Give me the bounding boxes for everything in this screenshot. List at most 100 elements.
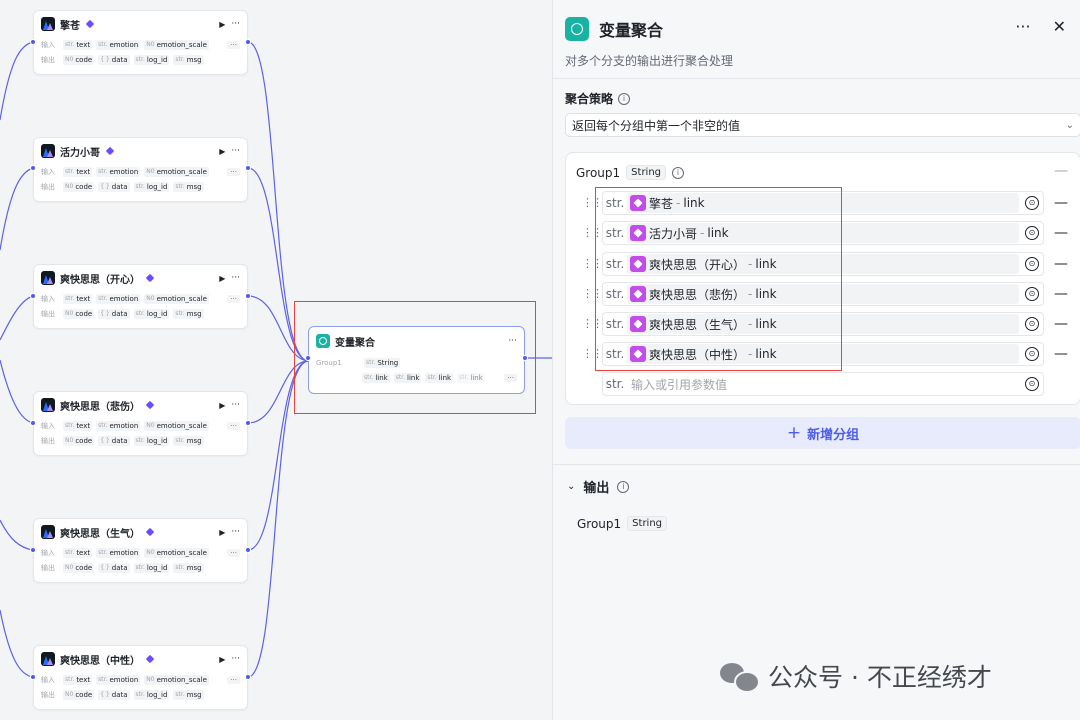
plugin-logo-icon — [41, 652, 55, 666]
param-tag: str. emotion — [96, 166, 141, 177]
info-icon[interactable]: i — [672, 166, 685, 179]
run-icon[interactable]: ▶ — [219, 655, 225, 664]
input-label: 输入 — [41, 167, 55, 176]
run-icon[interactable]: ▶ — [219, 20, 225, 29]
reference-icon[interactable]: ⊙ — [1025, 377, 1039, 391]
drag-handle-icon[interactable]: ⋮⋮ — [582, 227, 603, 238]
group-name: Group1 — [576, 165, 621, 180]
plugin-node[interactable]: 擎苍 ▶ ··· 输入 str. text str. emotion N0 emotio… — [33, 10, 248, 75]
more-params[interactable]: ··· — [227, 421, 240, 430]
more-params[interactable]: ··· — [227, 675, 240, 684]
reference-icon[interactable]: ⊙ — [1025, 317, 1039, 331]
node-outputs: 输出 N0 code { } data str. log_id str. msg — [34, 179, 247, 194]
diamond-icon — [145, 400, 155, 410]
input-port[interactable] — [30, 547, 36, 553]
reference-icon[interactable]: ⊙ — [1025, 257, 1039, 271]
output-port[interactable] — [245, 39, 251, 45]
drag-handle-icon[interactable]: ⋮⋮ — [582, 258, 603, 269]
node-inputs: 输入 str. text str. emotion N0 emotion_scale … — [34, 164, 247, 179]
param-tag: str. emotion — [96, 674, 141, 685]
remove-item-button[interactable]: — — [1054, 195, 1068, 211]
output-port[interactable] — [245, 420, 251, 426]
node-outputs: 输出 N0 code { } data str. log_id str. msg — [34, 52, 247, 67]
output-port[interactable] — [245, 547, 251, 553]
more-params[interactable]: ··· — [227, 40, 240, 49]
remove-item-button[interactable]: — — [1054, 346, 1068, 362]
run-icon[interactable]: ▶ — [219, 528, 225, 537]
more-params[interactable]: ··· — [227, 548, 240, 557]
divider — [553, 78, 1080, 79]
drag-handle-icon[interactable]: ⋮⋮ — [582, 348, 603, 359]
remove-item-button[interactable]: — — [1054, 256, 1068, 272]
more-icon[interactable]: ··· — [231, 19, 240, 29]
node-title: 爽快思思（开心） — [60, 274, 140, 286]
info-icon[interactable]: i — [618, 92, 631, 105]
add-group-label: 新增分组 — [807, 427, 860, 443]
input-placeholder: 输入或引用参数值 — [631, 377, 728, 392]
info-icon[interactable]: i — [617, 480, 630, 493]
workflow-canvas[interactable]: 擎苍 ▶ ··· 输入 str. text str. emotion N0 emotio… — [0, 0, 552, 720]
more-icon[interactable]: ··· — [1015, 17, 1030, 36]
drag-handle-icon[interactable]: ⋮⋮ — [582, 197, 603, 208]
more-params[interactable]: ··· — [227, 294, 240, 303]
more-icon[interactable]: ··· — [231, 400, 240, 410]
param-tag: N0 emotion_scale — [144, 166, 209, 177]
group-item-empty: str. 输入或引用参数值 ⊙ — [582, 372, 1052, 396]
param-tag: N0 emotion_scale — [144, 547, 209, 558]
remove-item-button[interactable]: — — [1054, 286, 1068, 302]
close-icon[interactable]: ✕ — [1053, 17, 1066, 36]
plus-icon: + — [786, 423, 802, 443]
node-title: 爽快思思（悲伤） — [60, 401, 140, 413]
drag-handle-icon[interactable]: ⋮⋮ — [582, 318, 603, 329]
plugin-node[interactable]: 爽快思思（悲伤） ▶ ··· 输入 str. text str. emotion N0… — [33, 391, 248, 456]
node-inputs: 输入 str. text str. emotion N0 emotion_scale … — [34, 291, 247, 306]
more-icon[interactable]: ··· — [231, 146, 240, 156]
param-tag: str. msg — [173, 689, 204, 700]
chevron-down-icon: ⌄ — [1065, 119, 1074, 131]
drag-handle-icon[interactable]: ⋮⋮ — [582, 288, 603, 299]
input-port[interactable] — [30, 39, 36, 45]
run-icon[interactable]: ▶ — [219, 401, 225, 410]
remove-item-button[interactable]: — — [1054, 316, 1068, 332]
plugin-node[interactable]: 爽快思思（中性） ▶ ··· 输入 str. text str. emotion N0… — [33, 645, 248, 710]
more-icon[interactable]: ··· — [231, 273, 240, 283]
chevron-down-icon: ⌄ — [567, 481, 576, 492]
remove-item-button[interactable]: — — [1054, 225, 1068, 241]
type-chip: String — [627, 516, 668, 531]
output-port[interactable] — [245, 165, 251, 171]
output-label: 输出 — [583, 481, 610, 496]
plugin-node[interactable]: 活力小哥 ▶ ··· 输入 str. text str. emotion N0 emot… — [33, 137, 248, 202]
plugin-logo-icon — [41, 398, 55, 412]
input-port[interactable] — [30, 165, 36, 171]
param-tag: { } data — [98, 435, 130, 446]
run-icon[interactable]: ▶ — [219, 147, 225, 156]
output-port[interactable] — [245, 674, 251, 680]
reference-icon[interactable]: ⊙ — [1025, 287, 1039, 301]
input-label: 输入 — [41, 548, 55, 557]
output-port[interactable] — [245, 293, 251, 299]
collapse-group-icon[interactable]: — — [1054, 163, 1068, 179]
plugin-node[interactable]: 爽快思思（生气） ▶ ··· 输入 str. text str. emotion N0… — [33, 518, 248, 583]
run-icon[interactable]: ▶ — [219, 274, 225, 283]
plugin-node[interactable]: 爽快思思（开心） ▶ ··· 输入 str. text str. emotion N0… — [33, 264, 248, 329]
more-icon[interactable]: ··· — [231, 527, 240, 537]
reference-icon[interactable]: ⊙ — [1025, 226, 1039, 240]
more-params[interactable]: ··· — [227, 167, 240, 176]
output-section-header[interactable]: ⌄ 输出 i — [567, 477, 630, 496]
node-inputs: 输入 str. text str. emotion N0 emotion_scale … — [34, 418, 247, 433]
param-tag: N0 code — [63, 562, 95, 573]
input-port[interactable] — [30, 420, 36, 426]
input-port[interactable] — [30, 293, 36, 299]
plugin-logo-icon — [41, 17, 55, 31]
add-group-button[interactable]: + 新增分组 — [565, 417, 1080, 449]
input-port[interactable] — [30, 674, 36, 680]
reference-icon[interactable]: ⊙ — [1025, 196, 1039, 210]
strategy-select[interactable]: 返回每个分组中第一个非空的值 ⌄ — [565, 113, 1080, 137]
type-chip: String — [626, 165, 667, 180]
variable-input-field[interactable]: str. 输入或引用参数值 ⊙ — [602, 372, 1044, 396]
param-tag: N0 code — [63, 54, 95, 65]
reference-icon[interactable]: ⊙ — [1025, 347, 1039, 361]
more-icon[interactable]: ··· — [231, 654, 240, 664]
panel-title: 变量聚合 — [599, 21, 664, 40]
param-tag: { } data — [98, 689, 130, 700]
